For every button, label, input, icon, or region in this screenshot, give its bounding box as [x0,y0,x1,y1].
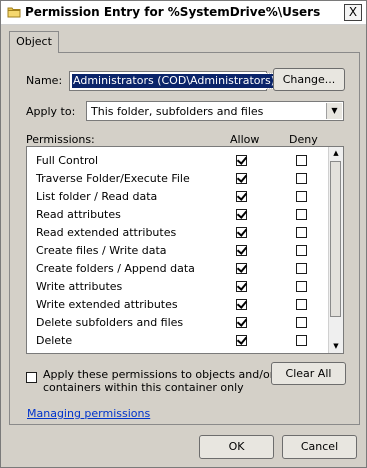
clear-all-button[interactable]: Clear All [271,362,346,385]
close-button[interactable]: X [344,4,362,21]
deny-checkbox[interactable] [296,263,307,274]
allow-checkbox[interactable] [236,173,247,184]
name-field[interactable]: Administrators (COD\Administrators) [69,71,278,91]
change-button[interactable]: Change... [273,68,345,91]
allow-checkbox[interactable] [236,155,247,166]
deny-checkbox[interactable] [296,281,307,292]
allow-checkbox[interactable] [236,299,247,310]
deny-checkbox[interactable] [296,155,307,166]
allow-checkbox[interactable] [236,245,247,256]
deny-checkbox[interactable] [296,191,307,202]
permission-row[interactable]: Traverse Folder/Execute File [27,170,327,188]
permission-name: Write extended attributes [36,298,178,311]
permissions-list[interactable]: Full Control Traverse Folder/Execute File… [26,146,344,354]
apply-to-label: Apply to: [26,105,76,118]
ok-button[interactable]: OK [199,435,274,459]
managing-permissions-link[interactable]: Managing permissions [27,407,150,420]
scroll-thumb[interactable] [330,161,341,317]
apply-inherit-label-line1: Apply these permissions to objects and/o… [43,368,275,381]
permission-row[interactable]: Create files / Write data [27,242,327,260]
allow-checkbox[interactable] [236,353,247,354]
apply-to-selected: This folder, subfolders and files [91,105,264,118]
permission-row[interactable]: Delete [27,332,327,350]
permissions-scrollbar[interactable]: ▲ ▼ [328,147,343,353]
object-tab-panel: Name: Administrators (COD\Administrators… [9,52,360,425]
window-title: Permission Entry for %SystemDrive%\Users [25,5,321,19]
permission-row[interactable]: Read attributes [27,206,327,224]
close-icon: X [348,5,358,19]
permission-name: Delete subfolders and files [36,316,184,329]
permission-row[interactable]: Create folders / Append data [27,260,327,278]
permission-row[interactable]: Full Control [27,152,327,170]
deny-checkbox[interactable] [296,335,307,346]
deny-checkbox[interactable] [296,227,307,238]
permission-name: Write attributes [36,280,123,293]
permission-row[interactable]: List folder / Read data [27,188,327,206]
deny-checkbox[interactable] [296,173,307,184]
folder-icon [7,7,21,18]
name-label: Name: [26,74,63,87]
permission-name: Read attributes [36,208,121,221]
allow-checkbox[interactable] [236,335,247,346]
permission-name: Traverse Folder/Execute File [36,172,190,185]
scroll-up-icon[interactable]: ▲ [329,147,343,160]
cancel-button[interactable]: Cancel [282,435,357,459]
tab-object[interactable]: Object [9,31,59,53]
allow-column-header: Allow [230,133,260,146]
deny-checkbox[interactable] [296,353,307,354]
permission-row[interactable]: Write attributes [27,278,327,296]
deny-checkbox[interactable] [296,245,307,256]
permission-name: Full Control [36,154,99,167]
title-bar: Permission Entry for %SystemDrive%\Users… [1,1,366,25]
allow-checkbox[interactable] [236,263,247,274]
permission-name: Create folders / Append data [36,262,195,275]
apply-to-select[interactable]: This folder, subfolders and files ▼ [86,101,344,121]
scroll-down-icon[interactable]: ▼ [329,340,343,353]
allow-checkbox[interactable] [236,209,247,220]
permissions-label: Permissions: [26,133,95,146]
deny-column-header: Deny [289,133,318,146]
apply-inherit-label-line2: containers within this container only [43,381,244,394]
allow-checkbox[interactable] [236,317,247,328]
deny-checkbox[interactable] [296,299,307,310]
permission-name: Create files / Write data [36,244,167,257]
allow-checkbox[interactable] [236,227,247,238]
name-value: Administrators (COD\Administrators) [70,73,278,89]
allow-checkbox[interactable] [236,281,247,292]
allow-checkbox[interactable] [236,191,247,202]
apply-inherit-checkbox[interactable] [26,372,37,383]
permission-row[interactable]: Write extended attributes [27,296,327,314]
deny-checkbox[interactable] [296,209,307,220]
permission-name: List folder / Read data [36,190,158,203]
permission-row[interactable]: Read extended attributes [27,224,327,242]
chevron-down-icon[interactable]: ▼ [326,103,342,119]
permission-row[interactable] [27,350,327,354]
permission-name: Read extended attributes [36,226,177,239]
deny-checkbox[interactable] [296,317,307,328]
permission-entry-dialog: Permission Entry for %SystemDrive%\Users… [0,0,367,468]
permission-name: Delete [36,334,73,347]
permission-row[interactable]: Delete subfolders and files [27,314,327,332]
